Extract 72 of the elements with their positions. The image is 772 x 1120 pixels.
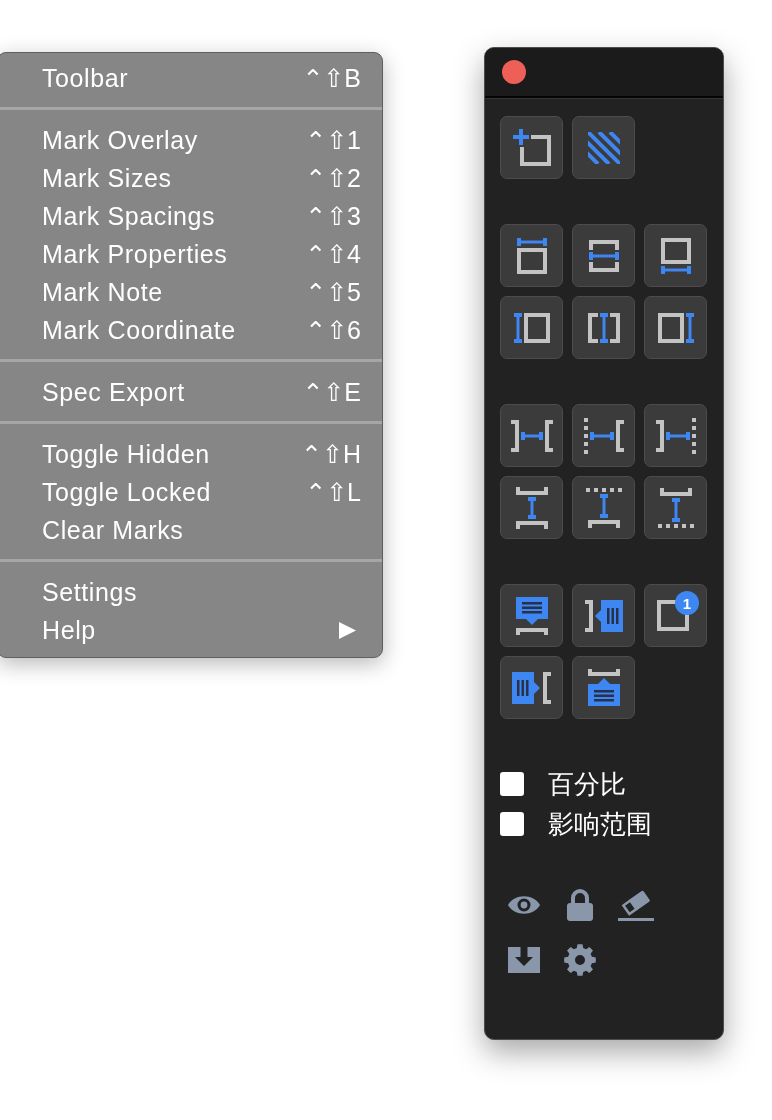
menu-item[interactable]: Mark Sizes ⌃⇧2	[0, 159, 382, 197]
option-label: 影响范围	[548, 809, 652, 839]
tool-button[interactable]	[572, 296, 635, 359]
horizontal-gap-icon	[510, 419, 553, 452]
vertical-gap-dotted-bottom-icon	[657, 487, 694, 528]
tool-button[interactable]	[644, 404, 707, 467]
tool-button[interactable]	[500, 656, 563, 719]
menu-item[interactable]: Settings	[0, 573, 382, 611]
count-badge: 1	[675, 591, 699, 615]
speech-bubble-top-icon	[515, 596, 548, 635]
keyboard-shortcut: ⌃⇧3	[305, 201, 361, 231]
tool-button[interactable]	[644, 476, 707, 539]
menu-item[interactable]: Mark Overlay ⌃⇧1	[0, 121, 382, 159]
tool-button[interactable]	[572, 584, 635, 647]
tool-button[interactable]	[572, 224, 635, 287]
tool-button[interactable]	[572, 476, 635, 539]
tool-button[interactable]	[500, 404, 563, 467]
eraser-icon[interactable]	[618, 889, 654, 921]
settings-icon[interactable]	[564, 944, 596, 976]
tool-button[interactable]	[500, 296, 563, 359]
box-left-height-icon	[513, 312, 550, 343]
tool-button[interactable]: 1	[644, 584, 707, 647]
checkbox[interactable]	[500, 772, 524, 796]
menu-item[interactable]: Toggle Hidden ⌃⇧H	[0, 435, 382, 473]
download-tray-icon[interactable]	[508, 947, 540, 973]
speech-bubble-bottom-icon	[587, 669, 620, 706]
vertical-gap-icon	[515, 486, 548, 529]
keyboard-shortcut: ⌃⇧4	[305, 239, 361, 269]
menu-item[interactable]: Mark Coordinate ⌃⇧6	[0, 311, 382, 349]
close-button[interactable]	[502, 60, 526, 84]
tool-button[interactable]	[644, 296, 707, 359]
keyboard-shortcut: ⌃⇧H	[301, 439, 361, 469]
menu-item[interactable]: Clear Marks	[0, 511, 382, 549]
keyboard-shortcut: ⌃⇧L	[305, 477, 361, 507]
tool-button[interactable]	[500, 584, 563, 647]
tool-button[interactable]	[500, 476, 563, 539]
horizontal-gap-dotted-right-icon	[655, 417, 696, 454]
menu-item[interactable]: Mark Note ⌃⇧5	[0, 273, 382, 311]
menu-item[interactable]: Mark Properties ⌃⇧4	[0, 235, 382, 273]
speech-bubble-right-icon	[512, 671, 551, 704]
box-middle-width-icon	[588, 239, 619, 272]
box-right-height-icon	[657, 312, 694, 343]
checkbox[interactable]	[500, 812, 524, 836]
lock-icon[interactable]	[567, 889, 593, 921]
box-bottom-width-icon	[660, 237, 691, 274]
option-label: 百分比	[548, 769, 626, 799]
square-icon	[657, 600, 689, 631]
keyboard-shortcut: ⌃⇧6	[305, 315, 361, 345]
tool-button[interactable]	[500, 116, 563, 179]
keyboard-shortcut: ⌃⇧1	[305, 125, 361, 155]
keyboard-shortcut: ⌃⇧E	[302, 377, 361, 407]
keyboard-shortcut: ⌃⇧2	[305, 163, 361, 193]
menu-item[interactable]: Toggle Locked ⌃⇧L	[0, 473, 382, 511]
tool-button[interactable]	[500, 224, 563, 287]
menu-item[interactable]: Toolbar ⌃⇧B	[0, 59, 382, 97]
keyboard-shortcut: ⌃⇧B	[302, 63, 361, 93]
eye-icon[interactable]	[508, 895, 540, 915]
menu-item[interactable]: Spec Export ⌃⇧E	[0, 373, 382, 411]
keyboard-shortcut: ⌃⇧5	[305, 277, 361, 307]
horizontal-gap-dotted-left-icon	[583, 417, 624, 454]
vertical-gap-dotted-top-icon	[585, 487, 622, 528]
tool-button[interactable]	[572, 116, 635, 179]
tool-button[interactable]	[572, 404, 635, 467]
box-top-width-icon	[516, 237, 547, 274]
menu-item[interactable]: Mark Spacings ⌃⇧3	[0, 197, 382, 235]
speech-bubble-left-icon	[584, 599, 623, 632]
tool-button[interactable]	[644, 224, 707, 287]
menu-item[interactable]: Help	[0, 611, 382, 649]
plus-square-icon	[512, 129, 551, 166]
striped-square-icon	[587, 131, 620, 164]
box-center-height-icon	[587, 312, 620, 343]
tool-button[interactable]	[572, 656, 635, 719]
